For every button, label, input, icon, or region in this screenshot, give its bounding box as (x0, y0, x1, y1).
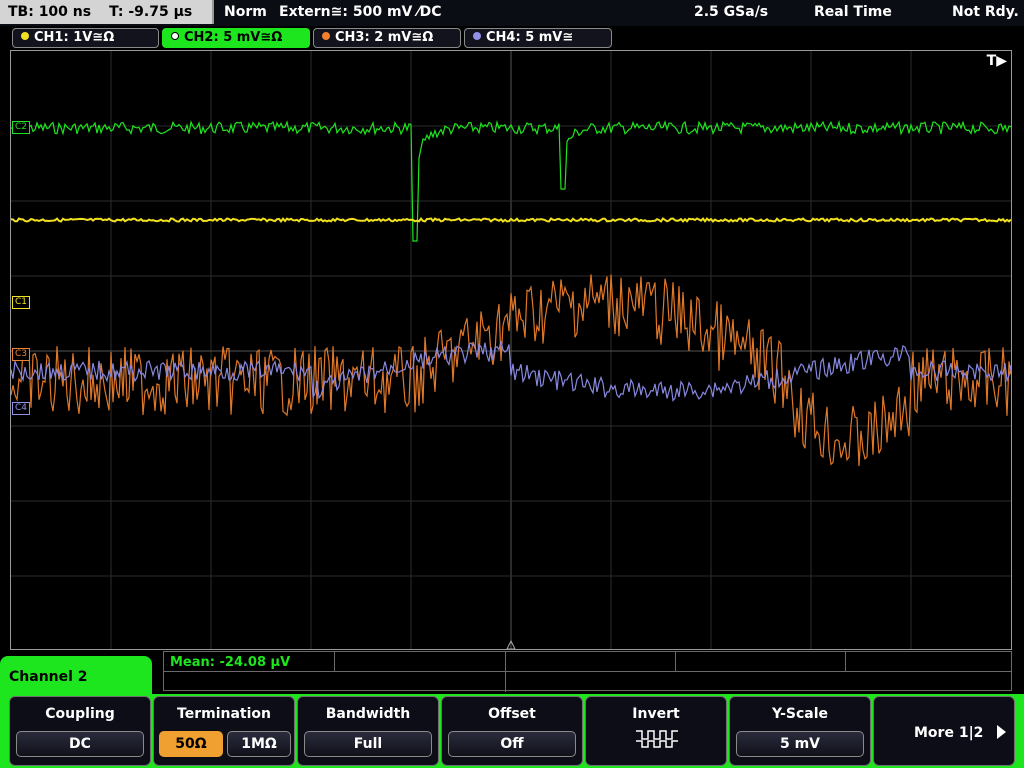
termination-softkey[interactable]: Termination 50Ω 1MΩ (153, 696, 295, 766)
meas-divider (505, 652, 506, 692)
timebase-value: TB: 100 ns (8, 4, 92, 20)
invert-waveform-icon (636, 730, 678, 748)
more-label: More 1|2 (914, 725, 984, 741)
termination-title: Termination (177, 706, 271, 722)
channel-4-label: CH4: 5 mV≅ (486, 30, 574, 45)
softkey-bar: Coupling DC Termination 50Ω 1MΩ Bandwidt… (0, 694, 1024, 768)
graticule (11, 51, 1011, 649)
offset-value[interactable]: Off (448, 731, 576, 757)
channel-tab-1[interactable]: CH1: 1V≅Ω (12, 28, 159, 48)
channel-2-dot-icon (171, 32, 179, 40)
sample-rate: 2.5 GSa/s (694, 4, 769, 20)
more-softkey[interactable]: More 1|2 (873, 696, 1015, 766)
acquisition-mode: Real Time (814, 4, 892, 20)
coupling-title: Coupling (45, 706, 115, 722)
meas-row-divider (164, 671, 1011, 672)
termination-50-ohm-option[interactable]: 50Ω (159, 731, 223, 757)
coupling-value[interactable]: DC (16, 731, 144, 757)
termination-1-megohm-option[interactable]: 1MΩ (227, 731, 291, 757)
channel-1-label: CH1: 1V≅Ω (34, 30, 115, 45)
mean-measurement[interactable]: Mean: -24.08 µV (170, 655, 290, 670)
channel-4-dot-icon (473, 32, 481, 40)
channel-tab-2[interactable]: CH2: 5 mV≅Ω (162, 28, 310, 48)
trigger-marker: T▶ (986, 53, 1007, 69)
invert-softkey[interactable]: Invert (585, 696, 727, 766)
meas-divider (675, 652, 676, 671)
channel-3-label: CH3: 2 mV≅Ω (335, 30, 434, 45)
channel-2-label: CH2: 5 mV≅Ω (184, 30, 283, 45)
channel-3-dot-icon (322, 32, 330, 40)
trigger-source[interactable]: Extern≅: 500 mV ⁄DC (279, 0, 441, 24)
y-scale-title: Y-Scale (771, 706, 828, 722)
meas-divider (334, 652, 335, 671)
channel-3-offset-marker[interactable]: C3 (12, 348, 31, 361)
status-bar: TB: 100 ns T: -9.75 µs Norm Extern≅: 500 … (0, 0, 1024, 26)
channel-1-dot-icon (21, 32, 29, 40)
acquisition-state: Not Rdy. (952, 4, 1019, 20)
channel-bar: CH1: 1V≅Ω CH2: 5 mV≅Ω CH3: 2 mV≅Ω CH4: 5… (0, 26, 1024, 50)
bandwidth-value[interactable]: Full (304, 731, 432, 757)
waveform-display[interactable]: T▶ C2 C1 C3 C4 (10, 50, 1012, 650)
measurement-panel: Mean: -24.08 µV (163, 651, 1012, 692)
y-scale-softkey[interactable]: Y-Scale 5 mV (729, 696, 871, 766)
bandwidth-title: Bandwidth (325, 706, 411, 722)
channel-tab-3[interactable]: CH3: 2 mV≅Ω (313, 28, 461, 48)
invert-title: Invert (632, 706, 680, 722)
channel-2-offset-marker[interactable]: C2 (12, 121, 31, 134)
channel-4-offset-marker[interactable]: C4 (12, 402, 31, 415)
trigger-mode[interactable]: Norm (224, 0, 267, 24)
meas-divider (845, 652, 846, 671)
timebase-box[interactable]: TB: 100 ns T: -9.75 µs (0, 0, 214, 24)
y-scale-value[interactable]: 5 mV (736, 731, 864, 757)
channel-1-offset-marker[interactable]: C1 (12, 296, 31, 309)
trigger-time-value: T: -9.75 µs (109, 4, 193, 20)
waveform-canvas (11, 51, 1011, 649)
offset-title: Offset (488, 706, 536, 722)
next-arrow-icon (997, 725, 1006, 739)
offset-softkey[interactable]: Offset Off (441, 696, 583, 766)
bandwidth-softkey[interactable]: Bandwidth Full (297, 696, 439, 766)
coupling-softkey[interactable]: Coupling DC (9, 696, 151, 766)
channel-tab-4[interactable]: CH4: 5 mV≅ (464, 28, 612, 48)
